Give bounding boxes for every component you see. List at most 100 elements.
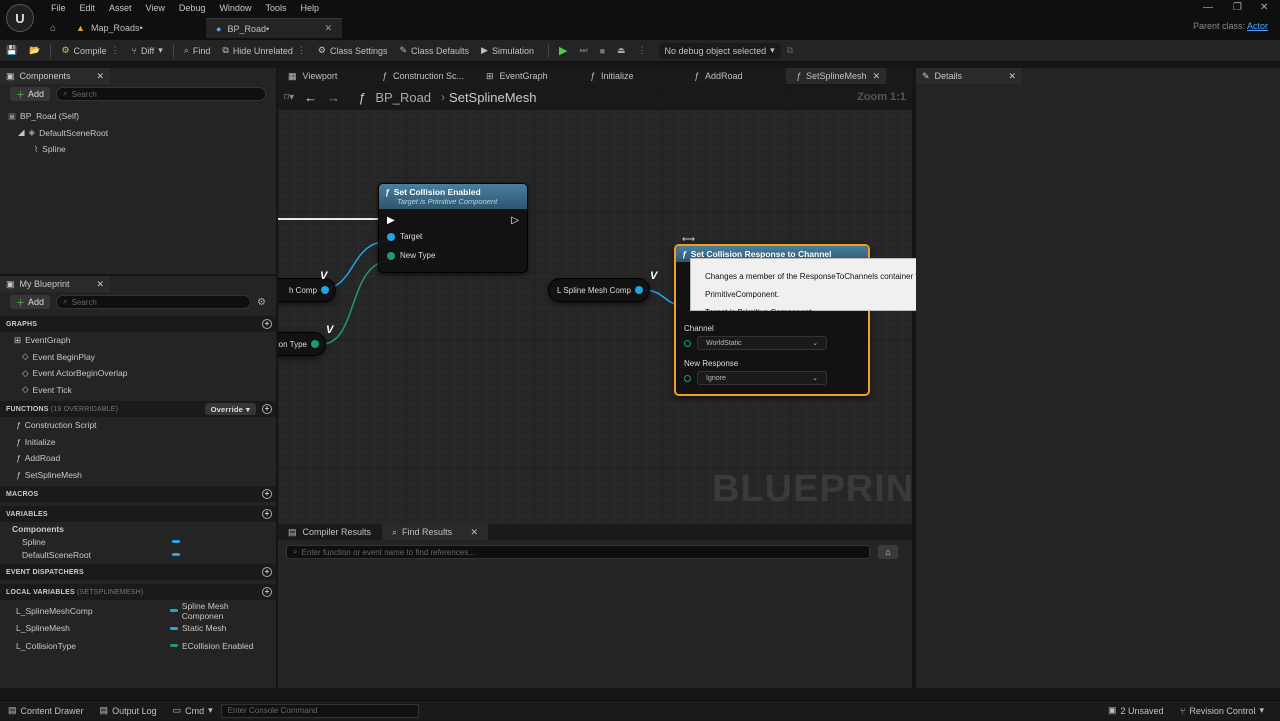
tab-find-results[interactable]: ⌕ Find Results ✕	[382, 524, 488, 540]
exec-out-pin[interactable]: ▷	[511, 215, 519, 226]
close-icon[interactable]: ✕	[96, 71, 104, 82]
close-icon[interactable]: ✕	[873, 71, 881, 82]
event-beginplay[interactable]: ◇ Event BeginPlay	[14, 349, 276, 366]
menu-debug[interactable]: Debug	[172, 3, 213, 13]
add-function-button[interactable]: +	[262, 404, 272, 414]
graph-eventgraph[interactable]: ⊞ EventGraph	[14, 332, 276, 349]
close-icon[interactable]: ✕	[325, 23, 333, 34]
tab-construction-script[interactable]: ƒ Construction Sc...	[372, 68, 476, 84]
menu-tools[interactable]: Tools	[258, 3, 293, 13]
unsaved-button[interactable]: ▣ 2 Unsaved	[1100, 701, 1172, 721]
compile-button[interactable]: ⚙ Compile ⋮	[55, 40, 125, 62]
gear-icon[interactable]: ⚙	[257, 297, 266, 308]
tree-item-self[interactable]: ▣ BP_Road (Self)	[8, 108, 276, 125]
new-type-pin[interactable]	[387, 251, 395, 260]
tab-compiler-results[interactable]: ▤ Compiler Results	[278, 524, 382, 540]
getter-l-spline-mesh-comp[interactable]: L Spline Mesh Comp	[548, 278, 650, 302]
diff-button[interactable]: ⑂ Diff ▾	[126, 40, 169, 62]
close-icon[interactable]: ✕	[96, 279, 104, 290]
variables-group-components[interactable]: Components	[12, 522, 276, 535]
find-references-input[interactable]: ⌕ Enter function or event name to find re…	[286, 545, 870, 559]
more-icon[interactable]: ⋮	[632, 40, 653, 62]
output-pin[interactable]	[321, 286, 329, 294]
node-set-collision-enabled[interactable]: ƒ Set Collision Enabled Target is Primiti…	[378, 183, 528, 273]
debug-icon[interactable]: ⧉	[781, 40, 799, 62]
components-search-input[interactable]: ⌕ Search	[56, 87, 266, 101]
close-window-icon[interactable]: ✕	[1260, 2, 1268, 13]
close-icon[interactable]: ✕	[1008, 71, 1016, 82]
unreal-logo[interactable]: U	[6, 4, 34, 32]
local-variables-section[interactable]: LOCAL VARIABLES (SETSPLINEMESH) +	[0, 584, 276, 600]
content-drawer-button[interactable]: ▤ Content Drawer	[0, 701, 92, 721]
minimize-icon[interactable]: —	[1203, 2, 1213, 13]
tab-viewport[interactable]: ▦ Viewport	[278, 68, 372, 84]
output-pin[interactable]	[311, 340, 319, 348]
console-command-input[interactable]: Enter Console Command	[220, 703, 419, 718]
menu-help[interactable]: Help	[293, 3, 326, 13]
revision-control-button[interactable]: ⑂ Revision Control ▾	[1172, 701, 1272, 721]
tab-initialize[interactable]: ƒ Initialize	[580, 68, 684, 84]
menu-edit[interactable]: Edit	[73, 3, 103, 13]
local-var-collisiontype[interactable]: L_CollisionType ECollision Enabled	[16, 637, 270, 655]
tree-item-spline[interactable]: ⌇ Spline	[8, 141, 276, 158]
graphs-section[interactable]: GRAPHS +	[0, 316, 276, 332]
stop-icon[interactable]: ■	[594, 40, 611, 62]
function-addroad[interactable]: ƒ AddRoad	[16, 450, 276, 467]
class-defaults-button[interactable]: ✎ Class Defaults	[393, 40, 475, 62]
getter-collision-type-left[interactable]: ion Type	[278, 332, 326, 356]
variables-section[interactable]: VARIABLES +	[0, 506, 276, 522]
channel-dropdown[interactable]: WorldStatic ⌄	[697, 336, 827, 350]
tab-map-roads[interactable]: ▲ Map_Roads•	[66, 18, 206, 38]
channel-pin[interactable]	[684, 339, 691, 347]
browse-icon[interactable]: 📂	[23, 40, 46, 62]
home-icon[interactable]: ⌂	[40, 23, 66, 34]
event-dispatchers-section[interactable]: EVENT DISPATCHERS +	[0, 564, 276, 580]
functions-section[interactable]: FUNCTIONS (19 OVERRIDABLE) Override ▾ +	[0, 401, 276, 417]
my-blueprint-tab[interactable]: ▣ My Blueprint ✕	[0, 276, 110, 292]
menu-file[interactable]: File	[44, 3, 73, 13]
add-macro-button[interactable]: +	[262, 489, 272, 499]
tree-item-defaultsceneroot[interactable]: ◢ ◈ DefaultSceneRoot	[8, 125, 276, 142]
play-button[interactable]: ▶	[553, 40, 573, 62]
add-dispatcher-button[interactable]: +	[262, 567, 272, 577]
save-icon[interactable]: 💾	[0, 40, 23, 62]
class-settings-button[interactable]: ⚙ Class Settings	[312, 40, 394, 62]
parent-class-link[interactable]: Actor	[1247, 21, 1268, 31]
macros-section[interactable]: MACROS +	[0, 486, 276, 502]
tab-addroad[interactable]: ƒ AddRoad	[684, 68, 786, 84]
find-button[interactable]: ⌕ Find	[178, 40, 217, 62]
override-dropdown[interactable]: Override ▾	[204, 403, 256, 415]
function-construction-script[interactable]: ƒ Construction Script	[16, 417, 276, 434]
response-dropdown[interactable]: Ignore ⌄	[697, 371, 827, 385]
local-var-splinemesh[interactable]: L_SplineMesh Static Mesh	[16, 620, 270, 638]
cmd-dropdown[interactable]: ▭ Cmd ▾	[165, 701, 221, 721]
menu-asset[interactable]: Asset	[102, 3, 139, 13]
event-actorbeginoverlap[interactable]: ◇ Event ActorBeginOverlap	[14, 365, 276, 382]
response-pin[interactable]	[684, 374, 691, 382]
target-pin[interactable]	[387, 232, 395, 241]
add-variable-button[interactable]: +	[262, 509, 272, 519]
blueprint-search-input[interactable]: ⌕ Search	[56, 295, 252, 309]
close-icon[interactable]: ✕	[470, 527, 478, 538]
restore-icon[interactable]: ❐	[1233, 2, 1242, 13]
add-member-button[interactable]: ＋ Add	[10, 295, 51, 309]
tab-bp-road[interactable]: ● BP_Road• ✕	[206, 18, 343, 38]
step-icon[interactable]: ⏭	[573, 40, 593, 62]
components-tab[interactable]: ▣ Components ✕	[0, 68, 110, 84]
add-component-button[interactable]: ＋ Add	[10, 87, 51, 101]
details-tab[interactable]: ✎ Details ✕	[916, 68, 1022, 84]
variable-defaultsceneroot[interactable]: DefaultSceneRoot	[12, 548, 276, 561]
output-pin[interactable]	[635, 286, 643, 294]
event-tick[interactable]: ◇ Event Tick	[14, 382, 276, 399]
function-setsplinemesh[interactable]: ƒ SetSplineMesh	[16, 467, 276, 484]
binoculars-icon[interactable]: ⌂	[878, 545, 898, 559]
menu-window[interactable]: Window	[212, 3, 258, 13]
menu-view[interactable]: View	[139, 3, 172, 13]
eject-icon[interactable]: ⏏	[611, 40, 632, 62]
simulation-button[interactable]: ▶ Simulation	[475, 40, 540, 62]
exec-in-pin[interactable]: ▶	[387, 215, 395, 226]
hide-unrelated-button[interactable]: ⧉ Hide Unrelated ⋮	[216, 40, 311, 62]
output-log-button[interactable]: ▤ Output Log	[92, 701, 165, 721]
debug-object-select[interactable]: No debug object selected ▾	[658, 42, 781, 59]
tab-eventgraph[interactable]: ⊞ EventGraph	[476, 68, 580, 84]
